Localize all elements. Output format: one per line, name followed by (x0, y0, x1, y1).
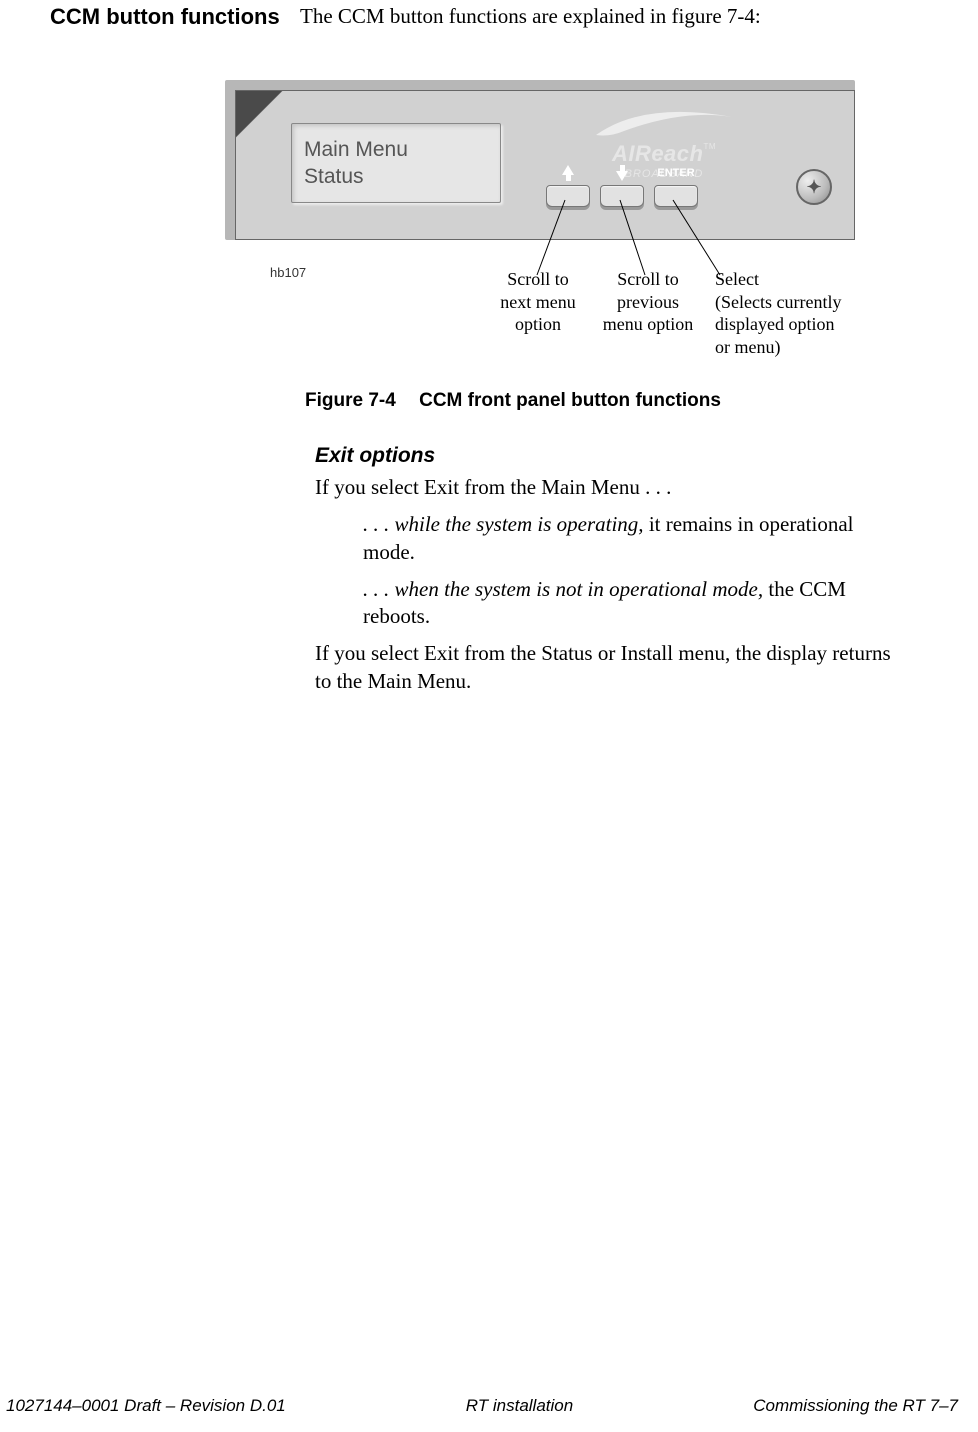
figure-number: Figure 7-4 (305, 390, 396, 411)
page-footer: 1027144–0001 Draft – Revision D.01 RT in… (0, 1396, 978, 1416)
exit-options-heading: Exit options (315, 444, 908, 468)
lcd-display: Main Menu Status (291, 123, 501, 203)
section-heading: CCM button functions (0, 4, 300, 30)
exit-p1: If you select Exit from the Main Menu . … (315, 474, 908, 501)
footer-right: Commissioning the RT 7–7 (753, 1396, 958, 1416)
down-arrow-icon (600, 165, 644, 181)
figure-caption: Figure 7-4 CCM front panel button functi… (305, 390, 895, 412)
callout-enter: Select(Selects currentlydisplayed option… (715, 268, 885, 358)
callout-scroll-down: Scroll topreviousmenu option (593, 268, 703, 336)
exit-bullet-1: . . . while the system is operating, it … (363, 511, 908, 566)
logo-title-text: AIReach (612, 141, 704, 166)
exit-b2-ital: . . . when the system is not in operatio… (363, 577, 763, 601)
scroll-up-button[interactable] (546, 185, 590, 207)
figure-id-label: hb107 (270, 265, 306, 280)
exit-p2: If you select Exit from the Status or In… (315, 640, 908, 695)
up-arrow-icon (546, 165, 590, 181)
callout-scroll-up: Scroll tonext menuoption (483, 268, 593, 336)
logo-tm: TM (703, 142, 716, 151)
exit-bullet-2: . . . when the system is not in operatio… (363, 576, 908, 631)
footer-left: 1027144–0001 Draft – Revision D.01 (6, 1396, 286, 1416)
scroll-down-button[interactable] (600, 185, 644, 207)
enter-button[interactable] (654, 185, 698, 207)
footer-center: RT installation (466, 1396, 573, 1416)
figure-caption-text: CCM front panel button functions (419, 390, 721, 411)
device-front-panel: Main Menu Status AIReachTM BROADBAND (235, 90, 855, 240)
logo-title: AIReachTM (594, 143, 734, 165)
panel-screw-icon: ✦ (796, 169, 832, 205)
figure-7-4: Main Menu Status AIReachTM BROADBAND (225, 80, 895, 412)
section-intro: The CCM button functions are explained i… (300, 4, 978, 29)
button-row: ENTER (546, 165, 698, 207)
exit-b1-ital: . . . while the system is operating, (363, 512, 644, 536)
panel-shadow: Main Menu Status AIReachTM BROADBAND (225, 80, 855, 240)
enter-label: ENTER (654, 165, 698, 181)
lcd-line-2: Status (304, 163, 488, 190)
logo-swoosh-icon (594, 107, 734, 141)
lcd-line-1: Main Menu (304, 136, 488, 163)
